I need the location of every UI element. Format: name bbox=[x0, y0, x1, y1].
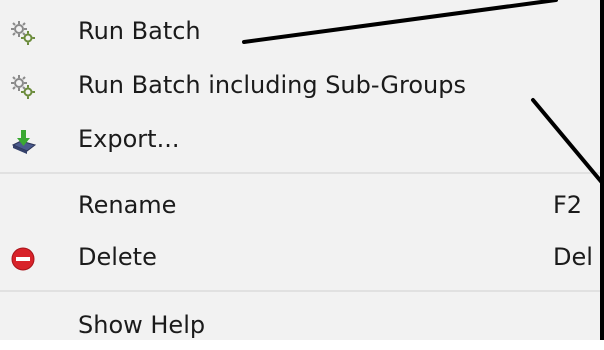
menu-item-label: Rename bbox=[78, 191, 177, 219]
gears-icon bbox=[9, 73, 37, 101]
menu-right-border bbox=[600, 0, 604, 340]
menu-item-delete[interactable]: Delete Del bbox=[0, 234, 600, 282]
menu-item-label: Export... bbox=[78, 125, 180, 153]
menu-separator bbox=[0, 172, 600, 174]
context-menu: Run Batch Run Batch including Sub-Groups bbox=[0, 0, 600, 340]
shortcut-label: Del bbox=[553, 243, 593, 271]
menu-item-run-batch[interactable]: Run Batch bbox=[0, 8, 600, 56]
delete-icon bbox=[9, 245, 37, 273]
menu-item-export[interactable]: Export... bbox=[0, 116, 600, 164]
menu-item-show-help[interactable]: Show Help bbox=[0, 302, 600, 350]
menu-item-label: Run Batch including Sub-Groups bbox=[78, 71, 466, 99]
menu-item-rename[interactable]: Rename F2 bbox=[0, 182, 600, 230]
shortcut-label: F2 bbox=[553, 191, 583, 219]
menu-item-label: Run Batch bbox=[78, 17, 201, 45]
menu-item-run-batch-sub-groups[interactable]: Run Batch including Sub-Groups bbox=[0, 62, 600, 110]
menu-separator bbox=[0, 290, 600, 292]
export-icon bbox=[9, 127, 37, 155]
gears-icon bbox=[9, 19, 37, 47]
menu-item-label: Delete bbox=[78, 243, 157, 271]
menu-item-label: Show Help bbox=[78, 311, 206, 339]
